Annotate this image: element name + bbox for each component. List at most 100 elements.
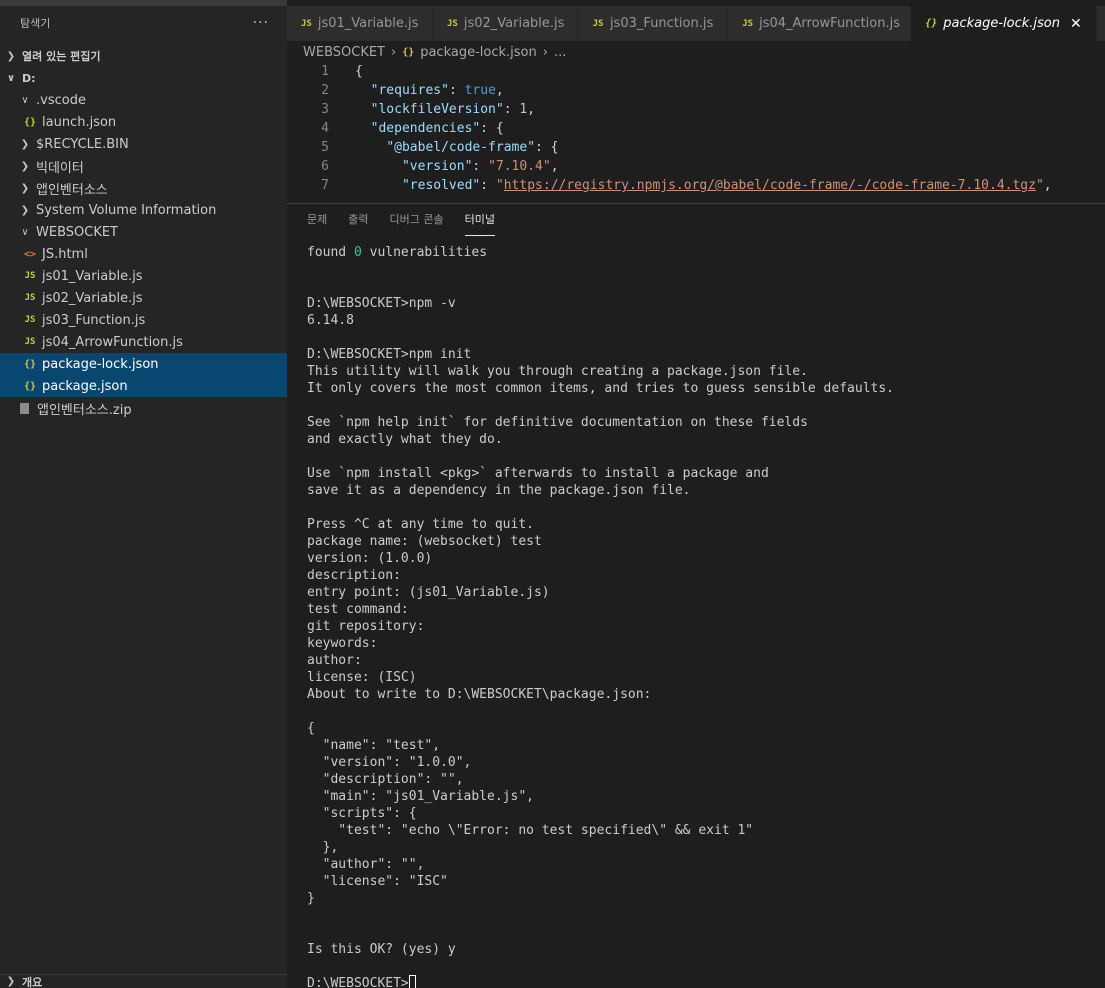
code-text: { (355, 64, 363, 79)
code-line: 4 "dependencies": { (287, 119, 1105, 138)
terminal-line: { (307, 721, 315, 736)
panel-tab-1[interactable]: 출력 (348, 212, 368, 236)
terminal-line: "name": "test", (307, 738, 441, 753)
code-line: 2 "requires": true, (287, 81, 1105, 100)
breadcrumb: WEBSOCKET › {} package-lock.json › ... (303, 41, 566, 63)
folder-item[interactable]: ❯ 앱인벤터소스 (0, 177, 287, 199)
file-js03-function-js[interactable]: JS js03_Function.js (0, 309, 287, 331)
file-package-lock-json[interactable]: {} package-lock.json (0, 353, 287, 375)
folder-vscode[interactable]: ∨ .vscode (0, 89, 287, 111)
file-js-html[interactable]: <> JS.html (0, 243, 287, 265)
terminal-line: "description": "", (307, 772, 464, 787)
panel-tab-3[interactable]: 터미널 (464, 212, 495, 236)
chevron-right-icon: ❯ (20, 182, 30, 194)
line-number: 7 (321, 178, 329, 193)
more-actions-icon[interactable]: ··· (253, 15, 269, 31)
terminal-line: About to write to D:\WEBSOCKET\package.j… (307, 687, 652, 702)
file-package-json[interactable]: {} package.json (0, 375, 287, 397)
breadcrumb-more[interactable]: ... (554, 45, 566, 60)
tree-item-label: launch.json (42, 114, 117, 130)
chevron-down-icon: ∨ (21, 94, 29, 106)
terminal-line: 6.14.8 (307, 313, 354, 328)
chevron-right-icon: › (391, 44, 397, 60)
js-file-icon: JS (24, 337, 36, 347)
terminal-line: save it as a dependency in the package.j… (307, 483, 691, 498)
chevron-right-icon: › (542, 44, 548, 60)
tree-item-label: js04_ArrowFunction.js (42, 334, 183, 350)
js-file-icon: JS (447, 18, 458, 29)
terminal-line: and exactly what they do. (307, 432, 503, 447)
tab-js04-arrowfunction-js[interactable]: JS js04_ArrowFunction.js (728, 6, 912, 41)
panel-tab-2[interactable]: 디버그 콘솔 (390, 212, 444, 236)
chevron-down-icon: ∨ (21, 226, 29, 238)
close-icon[interactable]: ✕ (1070, 16, 1082, 32)
tab-package-lock-json[interactable]: {} package-lock.json ✕ (911, 6, 1097, 41)
terminal-line: D:\WEBSOCKET>npm init (307, 347, 472, 362)
terminal-cursor (408, 975, 416, 988)
terminal-line: Is this OK? (yes) y (307, 942, 456, 957)
code-line: 7 "resolved": "https://registry.npmjs.or… (287, 176, 1105, 195)
tab-js03-function-js[interactable]: JS js03_Function.js (578, 6, 729, 41)
json-file-icon: {} (402, 46, 415, 58)
line-number: 1 (321, 64, 329, 79)
code-text: "resolved": "https://registry.npmjs.org/… (401, 178, 1052, 193)
drive-root-folder[interactable]: ∨ D: (0, 67, 287, 89)
code-text: "dependencies": { (370, 121, 504, 136)
tab-js01-variable-js[interactable]: JS js01_Variable.js (287, 6, 433, 41)
code-editor[interactable]: 1 {2 "requires": true, 3 "lockfileVersion"… (287, 62, 1105, 203)
json-file-icon: {} (24, 380, 37, 392)
terminal-line: entry point: (js01_Variable.js) (307, 585, 550, 600)
terminal-line: license: (ISC) (307, 670, 417, 685)
tab-label: js01_Variable.js (317, 16, 419, 31)
line-number: 2 (321, 83, 329, 98)
js-file-icon: JS (24, 271, 36, 281)
terminal-line: "version": "1.0.0", (307, 755, 472, 770)
code-line: 5 "@babel/code-frame": { (287, 138, 1105, 157)
tree-item-label: js01_Variable.js (42, 268, 143, 284)
folder-item[interactable]: ❯ 빅데이터 (0, 155, 287, 177)
tree-item-label: package-lock.json (42, 356, 159, 372)
json-file-icon: {} (24, 116, 37, 128)
tree-item-label: package.json (42, 378, 128, 394)
terminal-line: }, (307, 840, 339, 855)
breadcrumb-file[interactable]: package-lock.json (420, 45, 537, 60)
terminal-line: "scripts": { (307, 806, 417, 821)
zip-file-icon (20, 402, 29, 414)
js-file-icon: JS (24, 315, 36, 325)
folder-system-volume-information[interactable]: ❯ System Volume Information (0, 199, 287, 221)
terminal-line: D:\WEBSOCKET> (307, 975, 416, 988)
folder-recycle-bin[interactable]: ❯ $RECYCLE.BIN (0, 133, 287, 155)
tree-item-label: 빅데이터 (36, 160, 84, 176)
folder-websocket[interactable]: ∨ WEBSOCKET (0, 221, 287, 243)
file-zip[interactable]: 앱인벤터소스.zip (0, 397, 287, 419)
tab-label: js04_ArrowFunction.js (759, 16, 900, 31)
code-line: 3 "lockfileVersion": 1, (287, 100, 1105, 119)
terminal-line: "author": "", (307, 857, 425, 872)
tab-label: js03_Function.js (610, 16, 714, 31)
file-js01-variable-js[interactable]: JS js01_Variable.js (0, 265, 287, 287)
terminal-line: git repository: (307, 619, 425, 634)
line-number: 3 (321, 102, 329, 117)
terminal-line: "license": "ISC" (307, 874, 448, 889)
breadcrumb-folder[interactable]: WEBSOCKET (303, 45, 385, 60)
terminal-line: "main": "js01_Variable.js", (307, 789, 534, 804)
file-js04-arrowfunction-js[interactable]: JS js04_ArrowFunction.js (0, 331, 287, 353)
chevron-right-icon: ❯ (6, 50, 16, 62)
tree-item-label: WEBSOCKET (36, 224, 118, 240)
tab-label: package-lock.json (943, 16, 1061, 31)
tree-item-label: 앱인벤터소스 (36, 182, 108, 198)
open-editors-section[interactable]: ❯ 열려 있는 편집기 (0, 45, 287, 67)
tab-js02-variable-js[interactable]: JS js02_Variable.js (433, 6, 578, 41)
panel-tabs: 문제 출력 디버그 콘솔 터미널 (307, 212, 516, 236)
file-launch-json[interactable]: {} launch.json (0, 111, 287, 133)
terminal-line: test command: (307, 602, 409, 617)
file-js02-variable-js[interactable]: JS js02_Variable.js (0, 287, 287, 309)
terminal-line: Use `npm install <pkg>` afterwards to in… (307, 466, 769, 481)
tree-item-label: 앱인벤터소스.zip (37, 402, 132, 418)
json-file-icon: {} (925, 18, 938, 29)
panel-tab-0[interactable]: 문제 (307, 212, 327, 236)
tab-overflow[interactable]: <> (1096, 6, 1105, 41)
outline-section[interactable]: ❯ 개요 (0, 974, 287, 988)
terminal-line: keywords: (307, 636, 378, 651)
chevron-right-icon: ❯ (20, 160, 30, 172)
